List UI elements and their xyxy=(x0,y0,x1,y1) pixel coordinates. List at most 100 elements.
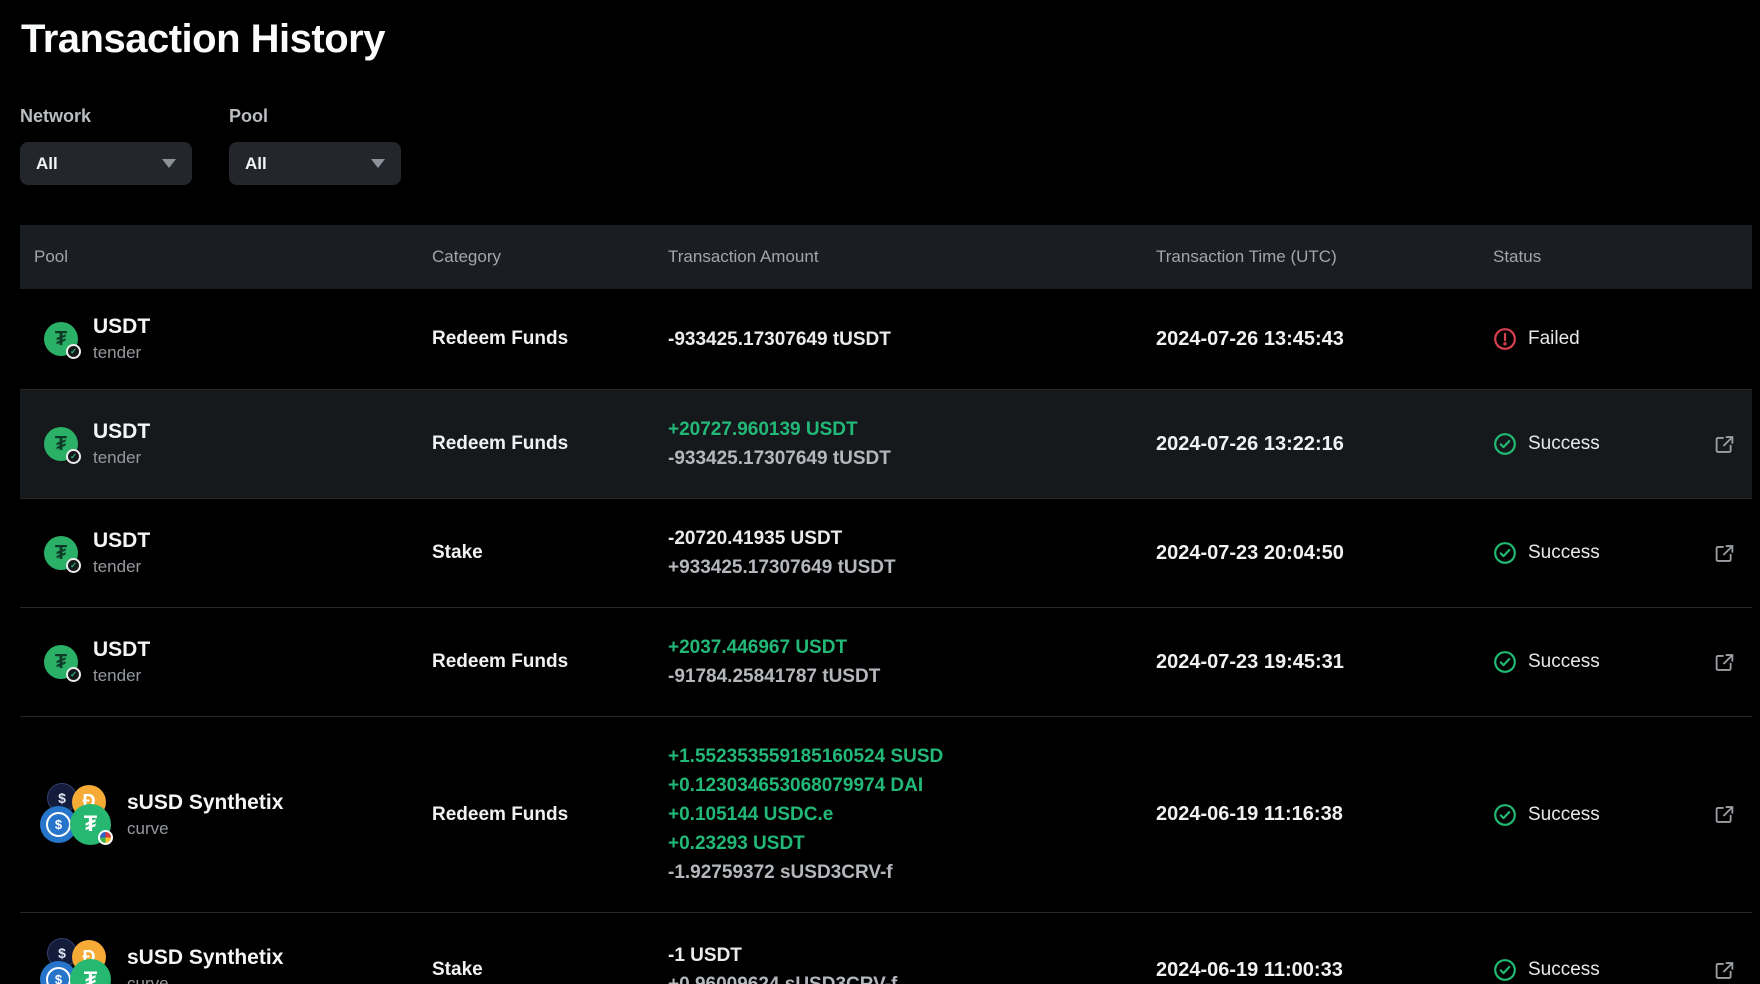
amount-line: +0.105144 USDC.e xyxy=(668,800,1156,829)
pool-text: USDT tender xyxy=(93,528,150,578)
curve-susd-coin-cluster-icon: $ Ð $ ₮ xyxy=(40,938,112,984)
table-row[interactable]: $ Ð $ ₮ sUSD Synthetix curve Redeem Fund… xyxy=(20,717,1752,913)
status-label: Success xyxy=(1528,651,1600,673)
amount-line: +0.23293 USDT xyxy=(668,829,1156,858)
link-cell xyxy=(1697,543,1752,564)
category-cell: Redeem Funds xyxy=(432,433,668,455)
status-label: Failed xyxy=(1528,328,1580,350)
status-cell: Success xyxy=(1493,432,1697,456)
pool-platform: tender xyxy=(93,665,150,687)
pool-platform: curve xyxy=(127,973,283,984)
failed-icon xyxy=(1493,327,1517,351)
table-row[interactable]: ₮ ✓ USDT tender Redeem Funds +2037.44696… xyxy=(20,608,1752,717)
tether-glyph: ₮ xyxy=(55,542,67,565)
usdt-tether-coin-icon: ₮ ✓ xyxy=(44,645,78,679)
amount-line: -1 USDT xyxy=(668,941,1156,970)
link-cell xyxy=(1697,434,1752,455)
status-label: Success xyxy=(1528,433,1600,455)
page-title: Transaction History xyxy=(21,16,1752,62)
pool-cell: ₮ ✓ USDT tender xyxy=(20,528,432,578)
success-icon xyxy=(1493,541,1517,565)
link-cell xyxy=(1697,960,1752,981)
category-cell: Redeem Funds xyxy=(432,651,668,673)
status-label: Success xyxy=(1528,959,1600,981)
external-link-icon[interactable] xyxy=(1714,804,1735,825)
amount-cell: +2037.446967 USDT-91784.25841787 tUSDT xyxy=(668,633,1156,691)
check-badge-icon: ✓ xyxy=(66,449,81,464)
usdt-tether-coin-icon: ₮ ✓ xyxy=(44,322,78,356)
pool-name: USDT xyxy=(93,419,150,445)
time-cell: 2024-07-26 13:22:16 xyxy=(1156,433,1493,456)
status-cell: Success xyxy=(1493,650,1697,674)
amount-line: +933425.17307649 tUSDT xyxy=(668,553,1156,582)
status-label: Success xyxy=(1528,542,1600,564)
amount-line: -933425.17307649 tUSDT xyxy=(668,325,1156,354)
category-cell: Redeem Funds xyxy=(432,804,668,826)
pool-cell: $ Ð $ ₮ sUSD Synthetix curve xyxy=(20,938,432,984)
external-link-icon[interactable] xyxy=(1714,434,1735,455)
link-cell xyxy=(1697,652,1752,673)
pool-dropdown-value: All xyxy=(245,154,267,174)
filters-bar: Network All Pool All xyxy=(20,106,1752,185)
amount-line: -91784.25841787 tUSDT xyxy=(668,662,1156,691)
pool-filter: Pool All xyxy=(229,106,401,185)
column-header-category: Category xyxy=(432,247,668,267)
table-row[interactable]: $ Ð $ ₮ sUSD Synthetix curve Stake -1 US… xyxy=(20,913,1752,984)
success-icon xyxy=(1493,432,1517,456)
pool-dropdown[interactable]: All xyxy=(229,142,401,185)
time-cell: 2024-07-23 19:45:31 xyxy=(1156,651,1493,674)
success-icon xyxy=(1493,803,1517,827)
table-row[interactable]: ₮ ✓ USDT tender Redeem Funds -933425.173… xyxy=(20,289,1752,390)
usdt-coin-icon: ₮ xyxy=(70,804,111,845)
external-link-icon[interactable] xyxy=(1714,543,1735,564)
column-header-status: Status xyxy=(1493,247,1697,267)
amount-cell: -1 USDT+0.96009624 sUSD3CRV-f xyxy=(668,941,1156,984)
pool-name: sUSD Synthetix xyxy=(127,945,283,971)
status-label: Success xyxy=(1528,804,1600,826)
column-header-amount: Transaction Amount xyxy=(668,247,1156,267)
success-icon xyxy=(1493,958,1517,982)
time-cell: 2024-07-23 20:04:50 xyxy=(1156,542,1493,565)
external-link-icon[interactable] xyxy=(1714,652,1735,673)
pool-filter-label: Pool xyxy=(229,106,401,127)
pool-name: sUSD Synthetix xyxy=(127,790,283,816)
amount-cell: -20720.41935 USDT+933425.17307649 tUSDT xyxy=(668,524,1156,582)
check-badge-icon: ✓ xyxy=(66,558,81,573)
transaction-history-page: Transaction History Network All Pool All… xyxy=(20,16,1752,984)
pool-name: USDT xyxy=(93,528,150,554)
curve-badge-icon xyxy=(98,830,113,845)
table-row[interactable]: ₮ ✓ USDT tender Redeem Funds +20727.9601… xyxy=(20,390,1752,499)
category-cell: Stake xyxy=(432,959,668,981)
amount-line: +1.552353559185160524 SUSD xyxy=(668,742,1156,771)
column-header-pool: Pool xyxy=(20,247,432,267)
pool-name: USDT xyxy=(93,637,150,663)
external-link-icon[interactable] xyxy=(1714,960,1735,981)
amount-line: +2037.446967 USDT xyxy=(668,633,1156,662)
chevron-down-icon xyxy=(371,159,385,168)
amount-line: +0.123034653068079974 DAI xyxy=(668,771,1156,800)
amount-line: -1.92759372 sUSD3CRV-f xyxy=(668,858,1156,887)
network-filter: Network All xyxy=(20,106,192,185)
amount-cell: +1.552353559185160524 SUSD+0.12303465306… xyxy=(668,742,1156,887)
column-header-time: Transaction Time (UTC) xyxy=(1156,247,1493,267)
network-dropdown[interactable]: All xyxy=(20,142,192,185)
table-row[interactable]: ₮ ✓ USDT tender Stake -20720.41935 USDT+… xyxy=(20,499,1752,608)
amount-cell: -933425.17307649 tUSDT xyxy=(668,325,1156,354)
amount-line: +0.96009624 sUSD3CRV-f xyxy=(668,970,1156,984)
usdt-tether-coin-icon: ₮ ✓ xyxy=(44,536,78,570)
pool-platform: tender xyxy=(93,342,150,364)
pool-cell: ₮ ✓ USDT tender xyxy=(20,314,432,364)
chevron-down-icon xyxy=(162,159,176,168)
pool-text: USDT tender xyxy=(93,314,150,364)
category-cell: Stake xyxy=(432,542,668,564)
pool-name: USDT xyxy=(93,314,150,340)
amount-line: +20727.960139 USDT xyxy=(668,415,1156,444)
table-body: ₮ ✓ USDT tender Redeem Funds -933425.173… xyxy=(20,289,1752,984)
check-badge-icon: ✓ xyxy=(66,667,81,682)
pool-cell: ₮ ✓ USDT tender xyxy=(20,637,432,687)
amount-line: -933425.17307649 tUSDT xyxy=(668,444,1156,473)
status-cell: Success xyxy=(1493,958,1697,982)
time-cell: 2024-06-19 11:00:33 xyxy=(1156,959,1493,982)
curve-susd-coin-cluster-icon: $ Ð $ ₮ xyxy=(40,783,112,847)
pool-platform: curve xyxy=(127,818,283,840)
